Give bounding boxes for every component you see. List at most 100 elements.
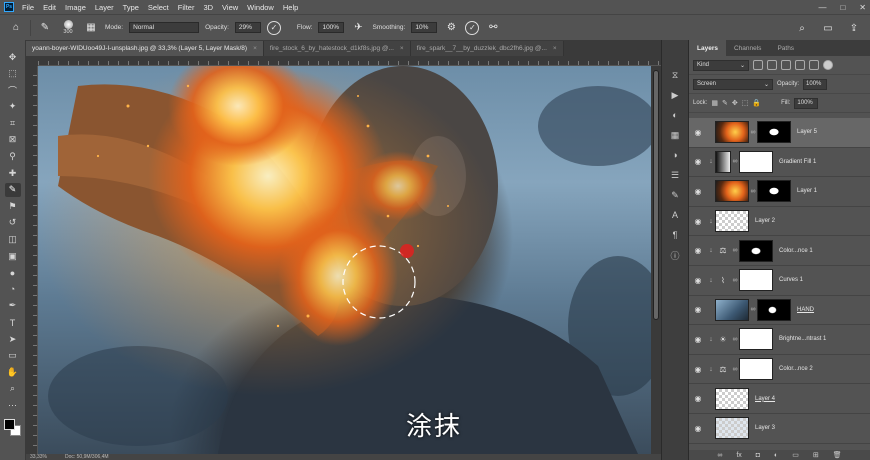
paragraph-icon[interactable]: ¶ bbox=[668, 228, 682, 242]
zoom-level[interactable]: 33,33% bbox=[30, 454, 47, 460]
crop-tool-icon[interactable]: ⌗ bbox=[5, 116, 21, 130]
link-icon[interactable]: ∞ bbox=[731, 158, 739, 165]
layer-row[interactable]: ◉ ↓ ⌇ ∞ Curves 1 bbox=[689, 266, 870, 296]
layer-mask-thumbnail[interactable] bbox=[757, 180, 791, 203]
brush-settings-panel-icon[interactable]: ✎ bbox=[668, 188, 682, 202]
minimize-button[interactable]: — bbox=[818, 3, 826, 12]
link-icon[interactable]: ∞ bbox=[731, 277, 739, 284]
layer-style-icon[interactable]: fx bbox=[736, 452, 741, 459]
pressure-opacity-icon[interactable]: ✓ bbox=[266, 20, 281, 35]
menu-window[interactable]: Window bbox=[247, 3, 274, 12]
eye-icon[interactable]: ◉ bbox=[689, 187, 707, 196]
new-group-icon[interactable]: ▭ bbox=[792, 451, 799, 459]
link-icon[interactable]: ∞ bbox=[749, 129, 757, 136]
eye-icon[interactable]: ◉ bbox=[689, 365, 707, 374]
link-layers-icon[interactable]: ∞ bbox=[717, 452, 722, 459]
color-icon[interactable]: ◐ bbox=[668, 108, 682, 122]
clone-stamp-tool-icon[interactable]: ⚑ bbox=[5, 199, 21, 213]
smoothing-field[interactable]: 10% bbox=[411, 22, 438, 33]
workspace-icon[interactable]: ▭ bbox=[820, 20, 836, 36]
layer-row[interactable]: ◉ ↓ ⚖ ∞ Color...nce 1 bbox=[689, 236, 870, 266]
brush-settings-icon[interactable]: ▦ bbox=[83, 20, 99, 36]
gear-icon[interactable]: ⚙ bbox=[443, 20, 459, 36]
color-swatches[interactable] bbox=[3, 419, 22, 437]
eye-icon[interactable]: ◉ bbox=[689, 335, 707, 344]
lasso-tool-icon[interactable]: ⌒ bbox=[5, 83, 21, 97]
tab-channels[interactable]: Channels bbox=[726, 40, 769, 56]
close-tab-icon[interactable]: × bbox=[253, 45, 257, 52]
link-icon[interactable]: ∞ bbox=[731, 366, 739, 373]
menu-file[interactable]: File bbox=[22, 3, 34, 12]
quick-select-tool-icon[interactable]: ✦ bbox=[5, 100, 21, 114]
gradient-tool-icon[interactable]: ▣ bbox=[5, 249, 21, 263]
menu-3d[interactable]: 3D bbox=[203, 3, 213, 12]
layer-row[interactable]: ◉ ∞ Layer 1 bbox=[689, 177, 870, 207]
symmetry-icon[interactable]: ⚯ bbox=[485, 20, 501, 36]
eye-icon[interactable]: ◉ bbox=[689, 157, 707, 166]
mode-select[interactable]: Normal bbox=[129, 22, 200, 33]
new-layer-icon[interactable]: ⊞ bbox=[813, 451, 819, 459]
brush-size-picker[interactable]: 300 bbox=[59, 19, 77, 37]
layer-row[interactable]: ◉ ↓ ☀ ∞ Brightne...ntrast 1 bbox=[689, 325, 870, 355]
hand-tool-icon[interactable]: ✋ bbox=[5, 365, 21, 379]
layer-mask-thumbnail[interactable] bbox=[739, 150, 773, 173]
filter-adjustment-icon[interactable] bbox=[767, 60, 777, 70]
filter-toggle-icon[interactable] bbox=[823, 60, 833, 70]
layer-row[interactable]: ◉ ∞ Layer 5 bbox=[689, 118, 870, 148]
document-tab-active[interactable]: yoann-boyer-WIDUoo49J-I-unsplash.jpg @ 3… bbox=[26, 41, 264, 56]
frame-tool-icon[interactable]: ⊠ bbox=[5, 133, 21, 147]
menu-type[interactable]: Type bbox=[123, 3, 139, 12]
menu-help[interactable]: Help bbox=[283, 3, 298, 12]
link-icon[interactable]: ∞ bbox=[749, 188, 757, 195]
close-tab-icon[interactable]: × bbox=[400, 45, 404, 52]
healing-brush-tool-icon[interactable]: ✚ bbox=[5, 166, 21, 180]
vertical-scrollbar[interactable] bbox=[651, 66, 661, 454]
layer-row[interactable]: ◉ Layer 3 bbox=[689, 414, 870, 444]
fill-field[interactable]: 100% bbox=[794, 97, 819, 109]
close-window-button[interactable]: ✕ bbox=[859, 3, 866, 12]
adjustments-icon[interactable]: ◑ bbox=[668, 148, 682, 162]
move-tool-icon[interactable]: ✥ bbox=[5, 50, 21, 64]
type-tool-icon[interactable]: T bbox=[5, 316, 21, 330]
filter-smart-object-icon[interactable] bbox=[809, 60, 819, 70]
document-canvas[interactable] bbox=[38, 66, 651, 454]
lock-position-icon[interactable]: ✥ bbox=[732, 99, 738, 107]
menu-filter[interactable]: Filter bbox=[178, 3, 195, 12]
home-icon[interactable]: ⌂ bbox=[8, 20, 24, 36]
eye-icon[interactable]: ◉ bbox=[689, 394, 707, 403]
properties-icon[interactable]: ☰ bbox=[668, 168, 682, 182]
eye-icon[interactable]: ◉ bbox=[689, 217, 707, 226]
airbrush-icon[interactable]: ✈ bbox=[350, 20, 366, 36]
menu-select[interactable]: Select bbox=[148, 3, 169, 12]
layer-mask-thumbnail[interactable] bbox=[739, 269, 773, 292]
marquee-tool-icon[interactable]: ⬚ bbox=[5, 67, 21, 81]
new-adjustment-icon[interactable]: ◐ bbox=[774, 452, 778, 459]
layer-mask-thumbnail[interactable] bbox=[757, 298, 791, 321]
layer-mask-thumbnail[interactable] bbox=[757, 121, 791, 144]
opacity-field[interactable]: 29% bbox=[234, 22, 261, 33]
layer-row[interactable]: ◉ ↓ ∞ Gradient Fill 1 bbox=[689, 148, 870, 178]
dodge-tool-icon[interactable]: ◔ bbox=[5, 282, 21, 296]
close-tab-icon[interactable]: × bbox=[553, 45, 557, 52]
layer-row[interactable]: ◉ ↓ ⚖ ∞ Color...nce 2 bbox=[689, 355, 870, 385]
layer-kind-select[interactable]: Kind ⌄ bbox=[693, 59, 749, 71]
link-icon[interactable]: ∞ bbox=[749, 306, 757, 313]
eye-icon[interactable]: ◉ bbox=[689, 128, 707, 137]
lock-all-icon[interactable]: 🔒 bbox=[752, 99, 761, 107]
foreground-color-swatch[interactable] bbox=[3, 419, 15, 431]
rectangle-tool-icon[interactable]: ▭ bbox=[5, 349, 21, 363]
history-brush-tool-icon[interactable]: ↺ bbox=[5, 216, 21, 230]
history-icon[interactable]: ⧖ bbox=[668, 68, 682, 82]
brush-tool-icon[interactable]: ✎ bbox=[4, 182, 21, 197]
layer-row[interactable]: ◉ Layer 4 bbox=[689, 384, 870, 414]
share-icon[interactable]: ⇪ bbox=[846, 20, 862, 36]
layer-mask-thumbnail[interactable] bbox=[739, 328, 773, 351]
eye-icon[interactable]: ◉ bbox=[689, 276, 707, 285]
layer-row[interactable]: ◉ ↓ Layer 2 bbox=[689, 207, 870, 237]
eyedropper-tool-icon[interactable]: ⚲ bbox=[5, 150, 21, 164]
layer-mask-thumbnail[interactable] bbox=[739, 239, 773, 262]
search-icon[interactable]: ⌕ bbox=[794, 20, 810, 36]
trash-icon[interactable]: 🗑 bbox=[833, 451, 842, 459]
eye-icon[interactable]: ◉ bbox=[689, 424, 707, 433]
filter-type-icon[interactable] bbox=[781, 60, 791, 70]
